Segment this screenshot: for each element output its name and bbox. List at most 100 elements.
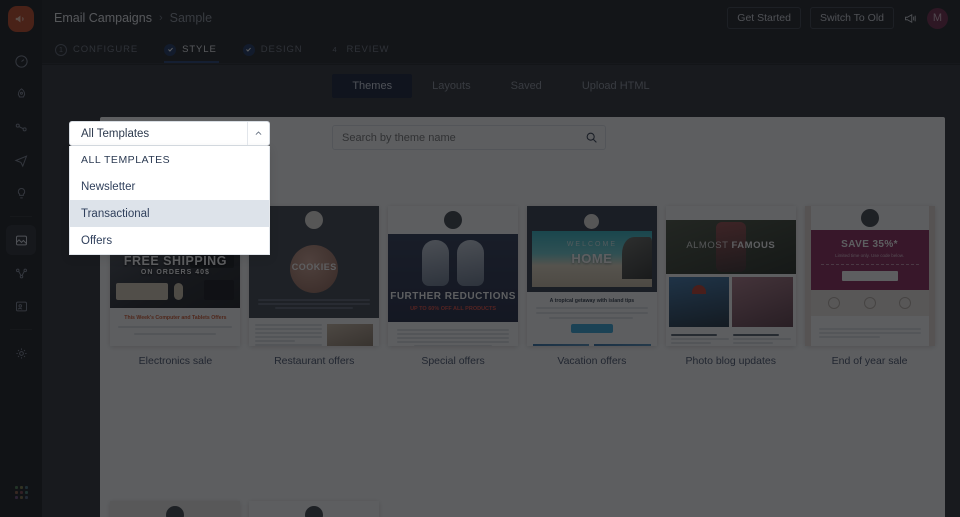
template-card[interactable]: FURTHER REDUCTIONS UP TO 60% OFF ALL PRO… (384, 182, 523, 517)
brand-logo-icon (305, 211, 323, 229)
panel-tabs: Themes Layouts Saved Upload HTML (42, 65, 960, 100)
step-configure[interactable]: 1 Configure (55, 36, 152, 63)
step-style[interactable]: Style (164, 36, 231, 63)
filter-option-transactional[interactable]: Transactional (70, 200, 269, 227)
thumbnail-headline: A tropical getaway with island tips (536, 298, 648, 304)
sidebar-divider-2 (10, 329, 32, 330)
sidebar-item-settings[interactable] (6, 338, 36, 368)
social-icons (811, 343, 929, 346)
step-design[interactable]: Design (243, 36, 317, 63)
thumbnail-logo-bar (249, 501, 379, 517)
brand-logo-icon (166, 506, 184, 517)
template-filter-options: ALL TEMPLATES Newsletter Transactional O… (69, 146, 270, 255)
thumbnail-lower (249, 318, 379, 346)
hero-title: SAVE 35%* (819, 239, 921, 250)
tab-upload-html[interactable]: Upload HTML (562, 74, 670, 98)
tab-themes[interactable]: Themes (332, 74, 412, 98)
thumbnail-photo-pair (527, 339, 657, 346)
sidebar-item-automation[interactable] (6, 112, 36, 142)
hero-title: HOME (532, 251, 652, 266)
filter-option-all-templates[interactable]: ALL TEMPLATES (70, 146, 269, 173)
template-card[interactable]: ALMOST FAMOUS (661, 182, 800, 517)
template-thumbnail[interactable]: UP TO 40% OFF (110, 501, 240, 517)
sidebar-item-contacts[interactable] (6, 258, 36, 288)
app-logo[interactable] (8, 6, 34, 32)
thumbnail-frame: WELCOME HOME (527, 206, 657, 292)
step-number: 4 (329, 44, 341, 56)
template-thumbnail[interactable]: SAVE 35%* Limited time only. Use code be… (805, 206, 935, 346)
filter-option-newsletter[interactable]: Newsletter (70, 173, 269, 200)
thumbnail-logo-bar (811, 206, 929, 230)
hero-title: FREE SHIPPING (110, 254, 240, 268)
thumbnail-logo-bar (110, 501, 240, 517)
grid-apps-icon (15, 486, 28, 499)
hero-title: ALMOST FAMOUS (666, 240, 796, 251)
thumbnail-photo (327, 324, 373, 346)
check-icon (164, 44, 176, 56)
template-thumbnail[interactable]: FURTHER REDUCTIONS UP TO 60% OFF ALL PRO… (388, 206, 518, 346)
search-wrapper (332, 125, 606, 150)
template-grid-row-2: UP TO 40% OFF (100, 487, 945, 517)
sidebar-item-dashboard[interactable] (6, 46, 36, 76)
thumbnail-icon-row (811, 290, 929, 316)
thumbnail-photo (669, 277, 730, 327)
sidebar-item-transactional[interactable] (6, 145, 36, 175)
step-review[interactable]: 4 Review (329, 36, 404, 63)
thumbnail-hero: WELCOME HOME (532, 231, 652, 287)
template-thumbnail[interactable]: WELCOME HOME A tropical getaway with isl… (527, 206, 657, 346)
template-card[interactable]: SAVE 35%* Limited time only. Use code be… (800, 182, 939, 517)
step-label: Configure (73, 44, 138, 55)
template-caption: End of year sale (832, 355, 908, 367)
brand-logo-icon (584, 214, 599, 229)
template-thumbnail[interactable]: ALMOST FAMOUS (666, 206, 796, 346)
sidebar-item-campaigns[interactable] (6, 79, 36, 109)
search-icon[interactable] (585, 131, 598, 149)
page-background: Email Campaigns › Sample Get Started Swi… (0, 0, 960, 517)
hero-title-strong: FAMOUS (732, 240, 776, 251)
thumbnail-hero: FURTHER REDUCTIONS UP TO 60% OFF ALL PRO… (388, 234, 518, 322)
thumbnail-body: A tropical getaway with island tips (527, 292, 657, 339)
template-caption: Photo blog updates (685, 355, 776, 367)
wizard-steps: 1 Configure Style Design 4 Review (42, 36, 960, 64)
check-icon (243, 44, 255, 56)
avatar[interactable]: M (927, 8, 948, 29)
sneakers-art (422, 240, 484, 286)
thumbnail-paragraph (258, 299, 370, 309)
sidebar-items (0, 46, 42, 368)
template-thumbnail[interactable] (249, 501, 379, 517)
thumbnail-photo (732, 277, 793, 327)
sidebar-item-forms[interactable] (6, 291, 36, 321)
template-filter-button[interactable]: All Templates (69, 121, 270, 146)
template-card[interactable] (245, 487, 384, 517)
brand-logo-icon (444, 211, 462, 229)
template-caption: Restaurant offers (274, 355, 354, 367)
template-card[interactable]: WELCOME HOME A tropical getaway with isl… (522, 182, 661, 517)
search-input[interactable] (332, 125, 606, 150)
breadcrumb: Email Campaigns › Sample (54, 11, 212, 25)
template-card[interactable]: UP TO 40% OFF (106, 487, 245, 517)
breadcrumb-leaf: Sample (170, 11, 212, 25)
hero-title: FURTHER REDUCTIONS (388, 291, 518, 302)
template-filter-value: All Templates (81, 128, 149, 140)
switch-to-old-button[interactable]: Switch To Old (810, 7, 894, 29)
app-switcher-button[interactable] (6, 477, 36, 507)
breadcrumb-separator: › (159, 12, 163, 24)
left-sidebar (0, 0, 42, 517)
app-root: Email Campaigns › Sample Get Started Swi… (0, 0, 960, 517)
filter-option-offers[interactable]: Offers (70, 227, 269, 254)
megaphone-announce-icon[interactable] (903, 11, 918, 26)
tab-saved[interactable]: Saved (491, 74, 562, 98)
thumbnail-body (388, 322, 518, 346)
breadcrumb-root[interactable]: Email Campaigns (54, 11, 152, 25)
step-label: Style (182, 44, 217, 55)
tab-layouts[interactable]: Layouts (412, 74, 491, 98)
thumbnail-cta (571, 324, 613, 333)
template-caption: Electronics sale (139, 355, 213, 367)
step-label: Review (347, 44, 390, 55)
get-started-button[interactable]: Get Started (727, 7, 801, 29)
sidebar-divider (10, 216, 32, 217)
sidebar-item-templates[interactable] (6, 225, 36, 255)
chevron-up-icon[interactable] (247, 122, 269, 145)
thumbnail-body (666, 330, 796, 346)
sidebar-item-inbox[interactable] (6, 178, 36, 208)
